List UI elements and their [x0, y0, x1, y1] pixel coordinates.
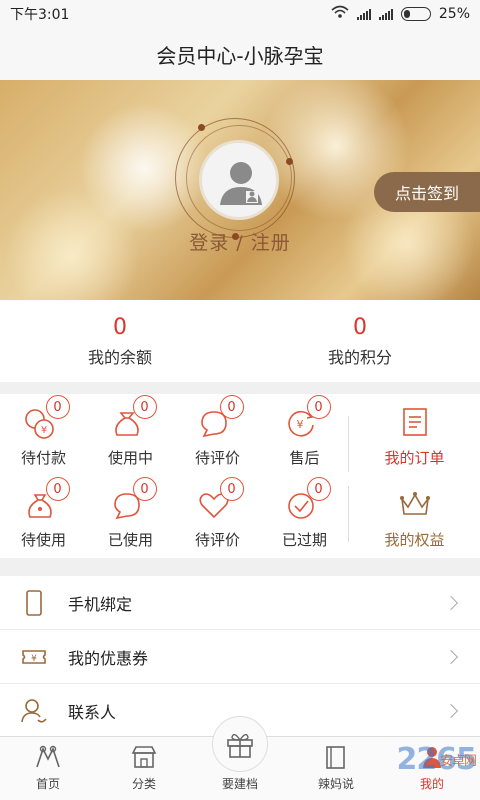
points-label: 我的积分: [327, 347, 392, 367]
avatar[interactable]: [199, 140, 279, 220]
page-title: 会员中心-小脉孕宝: [156, 43, 324, 68]
order-used[interactable]: 0 已使用: [87, 476, 174, 558]
status-bar: 下午3:01 25%: [0, 0, 480, 28]
order-in-use[interactable]: 0 使用中: [87, 394, 174, 476]
order-to-review[interactable]: 0 待评价: [174, 394, 261, 476]
count-badge: 0: [306, 477, 331, 501]
site-watermark: 2265 安卓网: [397, 742, 478, 777]
order-item-label: 待使用: [20, 531, 66, 549]
order-status-grid: ¥0 待付款 0 使用中 0 待评价 ¥0 售后 0 待使用 0 已使用 0 待…: [0, 394, 348, 558]
menu-phone-binding[interactable]: 手机绑定: [0, 576, 480, 630]
count-badge: 0: [45, 477, 70, 501]
tab-mom-talk[interactable]: 辣妈说: [288, 737, 384, 800]
svg-text:¥: ¥: [296, 418, 303, 431]
order-pending-payment[interactable]: ¥0 待付款: [0, 394, 87, 476]
order-to-review-2[interactable]: 0 待评价: [174, 476, 261, 558]
home-icon: [36, 745, 60, 768]
order-item-label: 已使用: [107, 531, 153, 549]
coupon-icon: ¥: [22, 649, 46, 664]
menu-my-coupons[interactable]: ¥ 我的优惠券: [0, 630, 480, 684]
menu-item-label: 联系人: [68, 702, 117, 722]
count-badge: 0: [219, 477, 244, 501]
contact-icon: [21, 698, 47, 723]
wifi-icon: [331, 5, 349, 23]
svg-text:¥: ¥: [31, 654, 37, 664]
count-badge: 0: [306, 395, 331, 419]
order-item-label: 售后: [289, 449, 320, 467]
menu-item-label: 我的优惠券: [68, 648, 149, 668]
my-orders-link[interactable]: 我的订单: [349, 394, 480, 476]
count-badge: 0: [45, 395, 70, 419]
tab-label: 首页: [35, 777, 60, 791]
order-item-label: 待评价: [194, 531, 240, 549]
gift-icon: [227, 733, 253, 758]
balance-label: 我的余额: [87, 347, 152, 367]
count-badge: 0: [132, 395, 157, 419]
ring-dot: [198, 124, 205, 131]
login-register-link[interactable]: 登录 / 注册: [0, 228, 480, 255]
stat-balance[interactable]: 0 我的余额: [0, 300, 240, 382]
points-value: 0: [353, 314, 367, 340]
tab-category[interactable]: 分类: [96, 737, 192, 800]
settings-menu: 手机绑定 ¥ 我的优惠券 联系人: [0, 576, 480, 738]
phone-icon: [26, 589, 42, 616]
status-time: 下午3:01: [10, 7, 70, 23]
crown-icon: [399, 492, 430, 515]
create-record-button[interactable]: [212, 716, 268, 772]
count-badge: 0: [219, 395, 244, 419]
signal-icon-2: [378, 8, 393, 20]
tab-home[interactable]: 首页: [0, 737, 96, 800]
tab-label: 要建档: [221, 777, 258, 791]
chevron-right-icon: [443, 703, 459, 718]
nav-bar: 会员中心-小脉孕宝: [0, 28, 480, 80]
balance-value: 0: [113, 314, 127, 340]
menu-item-label: 手机绑定: [68, 594, 133, 614]
book-icon: [326, 746, 345, 769]
tab-label: 我的: [419, 777, 444, 791]
order-item-label: 已过期: [281, 531, 327, 549]
battery-icon: [400, 7, 431, 21]
checkin-button[interactable]: 点击签到: [374, 172, 480, 212]
order-list-icon: [402, 408, 427, 436]
signal-icon: [356, 8, 371, 20]
chevron-right-icon: [443, 649, 459, 664]
tab-label: 分类: [131, 777, 156, 791]
order-item-label: 待付款: [20, 449, 66, 467]
my-rights-label: 我的权益: [384, 531, 445, 549]
profile-hero: 登录 / 注册 点击签到: [0, 80, 480, 300]
category-store-icon: [131, 746, 157, 768]
order-item-label: 使用中: [107, 449, 153, 467]
count-badge: 0: [132, 477, 157, 501]
order-item-label: 待评价: [194, 449, 240, 467]
my-rights-link[interactable]: 我的权益: [349, 476, 480, 558]
my-orders-label: 我的订单: [384, 449, 445, 467]
orders-panel: ¥0 待付款 0 使用中 0 待评价 ¥0 售后 0 待使用 0 已使用 0 待…: [0, 394, 480, 558]
watermark-sub: 安卓网: [439, 754, 477, 769]
chevron-right-icon: [443, 595, 459, 610]
order-to-use[interactable]: 0 待使用: [0, 476, 87, 558]
account-stats: 0 我的余额 0 我的积分: [0, 300, 480, 382]
ring-dot: [286, 158, 293, 165]
battery-percent: 25%: [438, 6, 470, 22]
svg-text:¥: ¥: [40, 425, 46, 436]
order-expired[interactable]: 0 已过期: [261, 476, 348, 558]
status-icons: 25%: [331, 5, 470, 23]
order-after-sales[interactable]: ¥0 售后: [261, 394, 348, 476]
stat-points[interactable]: 0 我的积分: [240, 300, 480, 382]
tab-label: 辣妈说: [317, 777, 354, 791]
